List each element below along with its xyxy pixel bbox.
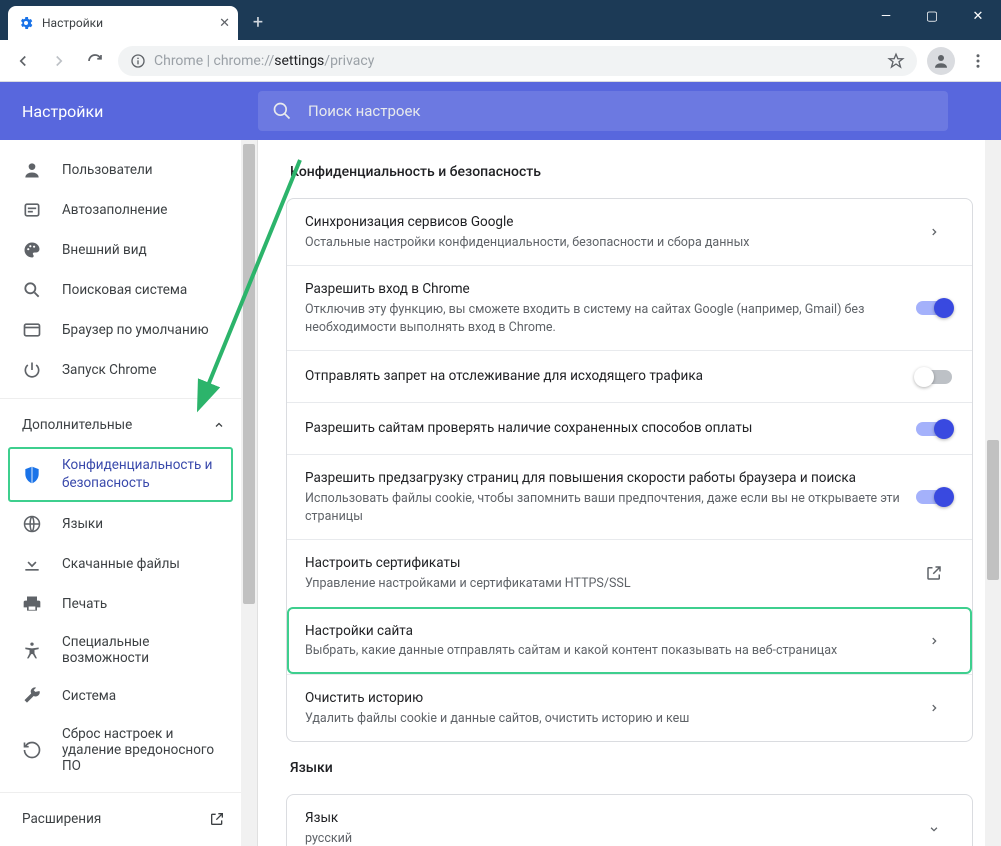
url-text: Chrome | chrome://settings/privacy [154, 53, 374, 69]
sidebar-advanced-toggle[interactable]: Дополнительные [0, 398, 241, 445]
sidebar-item-printing[interactable]: Печать [0, 584, 241, 624]
browser-tab[interactable]: Настройки ✕ [8, 6, 238, 40]
sidebar-item-downloads[interactable]: Скачанные файлы [0, 544, 241, 584]
shield-icon [22, 465, 42, 485]
wrench-icon [22, 686, 42, 706]
palette-icon [22, 240, 42, 260]
row-site-settings[interactable]: Настройки сайта Выбрать, какие данные от… [287, 607, 972, 674]
app-title: Настройки [0, 102, 258, 121]
browser-icon [22, 320, 42, 340]
site-info-icon[interactable] [130, 53, 146, 69]
row-sync-services[interactable]: Синхронизация сервисов Google Остальные … [287, 199, 972, 265]
user-icon [22, 160, 42, 180]
sidebar-item-reset[interactable]: Сброс настроек и удаление вредоносного П… [0, 716, 241, 784]
sidebar-item-appearance[interactable]: Внешний вид [0, 230, 241, 270]
profile-avatar[interactable] [927, 47, 955, 75]
autofill-icon [22, 200, 42, 220]
toggle-do-not-track[interactable] [916, 370, 952, 384]
accessibility-icon [22, 640, 42, 660]
forward-button[interactable] [42, 44, 76, 78]
row-certificates[interactable]: Настроить сертификаты Управление настрой… [287, 539, 972, 606]
chevron-right-icon [914, 634, 954, 648]
sidebar-item-users[interactable]: Пользователи [0, 150, 241, 190]
toggle-payment-check[interactable] [916, 422, 952, 436]
row-clear-history[interactable]: Очистить историю Удалить файлы cookie и … [287, 674, 972, 741]
maximize-button[interactable]: ▢ [909, 0, 955, 32]
external-link-icon [914, 564, 954, 582]
bookmark-star-icon[interactable] [887, 52, 905, 70]
printer-icon [22, 594, 42, 614]
search-settings-input[interactable]: Поиск настроек [258, 91, 948, 131]
window-controls: — ▢ ✕ [863, 0, 1001, 32]
row-do-not-track: Отправлять запрет на отслеживание для ис… [287, 350, 972, 402]
chevron-down-icon [914, 824, 954, 834]
row-chrome-signin: Разрешить вход в Chrome Отключив эту фун… [287, 265, 972, 350]
row-payment-check: Разрешить сайтам проверять наличие сохра… [287, 402, 972, 454]
external-link-icon [209, 811, 225, 827]
chevron-up-icon [213, 419, 225, 431]
sidebar-item-search-engine[interactable]: Поисковая система [0, 270, 241, 310]
settings-header: Настройки Поиск настроек [0, 82, 1001, 140]
back-button[interactable] [6, 44, 40, 78]
chevron-right-icon [914, 225, 954, 239]
search-placeholder: Поиск настроек [308, 102, 421, 120]
window-titlebar: Настройки ✕ + — ▢ ✕ [0, 0, 1001, 40]
chevron-right-icon [914, 701, 954, 715]
gear-icon [18, 15, 34, 31]
reload-button[interactable] [78, 44, 112, 78]
sidebar-scrollbar[interactable] [241, 140, 257, 846]
browser-toolbar: Chrome | chrome://settings/privacy [0, 40, 1001, 82]
sidebar-item-autofill[interactable]: Автозаполнение [0, 190, 241, 230]
restore-icon [22, 740, 42, 760]
sidebar-item-default-browser[interactable]: Браузер по умолчанию [0, 310, 241, 350]
close-tab-icon[interactable]: ✕ [219, 16, 230, 31]
privacy-card: Синхронизация сервисов Google Остальные … [286, 198, 973, 742]
tab-title: Настройки [42, 16, 219, 30]
section-title-languages: Языки [290, 760, 973, 776]
toggle-chrome-signin[interactable] [916, 301, 952, 315]
toggle-preload[interactable] [916, 490, 952, 504]
main-scrollbar[interactable] [985, 140, 1001, 846]
close-window-button[interactable]: ✕ [955, 0, 1001, 32]
sidebar-extensions-link[interactable]: Расширения [0, 792, 241, 839]
globe-icon [22, 514, 42, 534]
settings-main: Конфиденциальность и безопасность Синхро… [258, 140, 1001, 846]
sidebar-item-on-startup[interactable]: Запуск Chrome [0, 350, 241, 390]
section-title-privacy: Конфиденциальность и безопасность [290, 164, 973, 180]
menu-button[interactable] [961, 44, 995, 78]
languages-card: Язык русский [286, 794, 973, 846]
row-language[interactable]: Язык русский [287, 795, 972, 846]
sidebar-item-languages[interactable]: Языки [0, 504, 241, 544]
power-icon [22, 360, 42, 380]
new-tab-button[interactable]: + [244, 8, 272, 36]
sidebar-item-accessibility[interactable]: Специальные возможности [0, 624, 241, 676]
settings-sidebar: Пользователи Автозаполнение Внешний вид … [0, 140, 258, 846]
sidebar-item-privacy[interactable]: Конфиденциальность и безопасность [8, 447, 233, 502]
sidebar-item-system[interactable]: Система [0, 676, 241, 716]
search-icon [22, 280, 42, 300]
minimize-button[interactable]: — [863, 0, 909, 32]
download-icon [22, 554, 42, 574]
address-bar[interactable]: Chrome | chrome://settings/privacy [118, 46, 917, 76]
row-preload: Разрешить предзагрузку страниц для повыш… [287, 454, 972, 539]
